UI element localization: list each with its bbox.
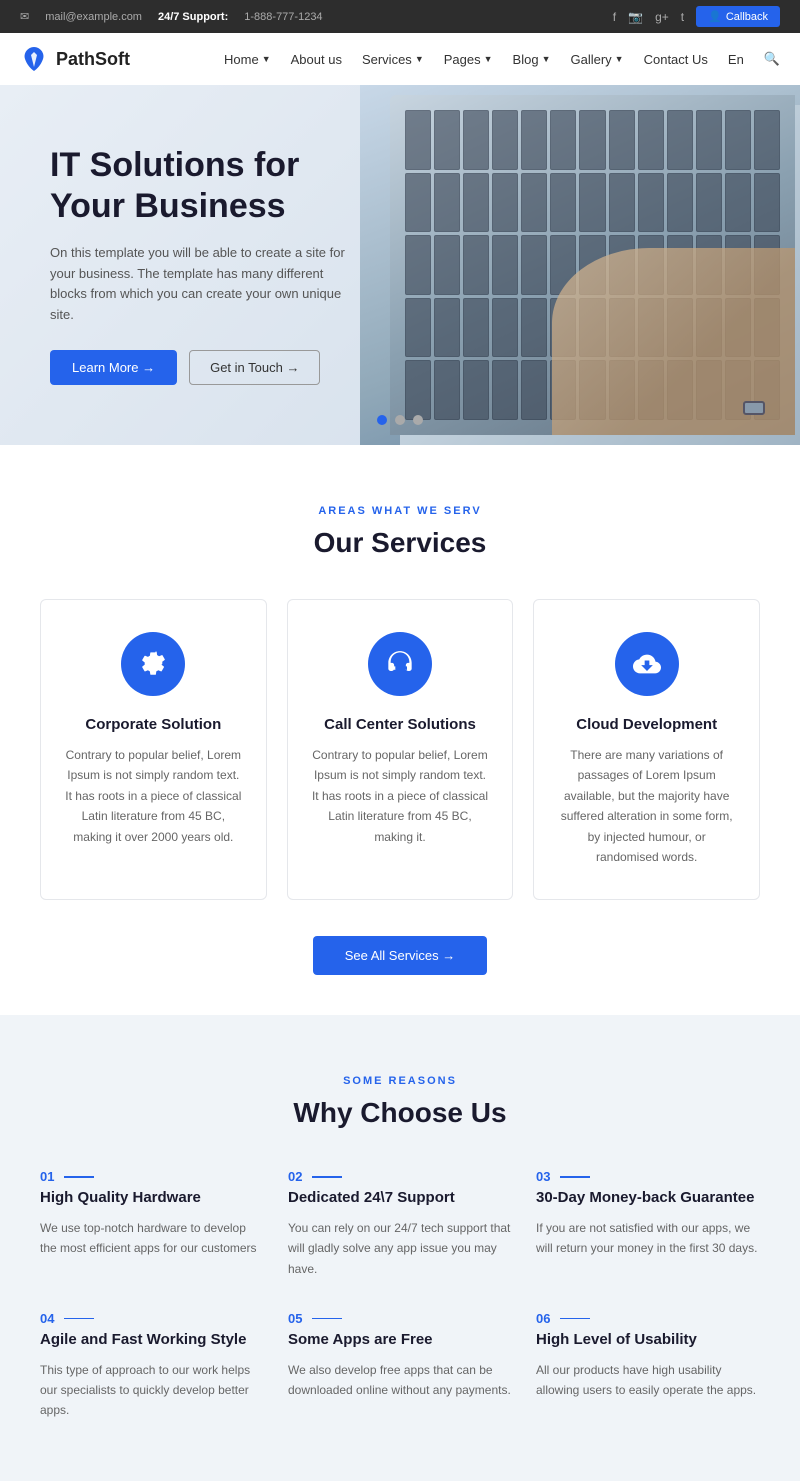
hero-dot-1[interactable] [377,415,387,425]
why-number-6: 06 [536,1311,760,1326]
why-number-5: 05 [288,1311,512,1326]
nav-about[interactable]: About us [291,52,342,67]
cloud-desc: There are many variations of passages of… [558,745,735,867]
cloud-icon-wrap [615,632,679,696]
why-number-3: 03 [536,1169,760,1184]
cloud-title: Cloud Development [558,716,735,733]
why-number-4: 04 [40,1311,264,1326]
service-card-callcenter: Call Center Solutions Contrary to popula… [287,599,514,900]
why-desc-6: All our products have high usability all… [536,1360,760,1401]
why-item-5: 05 Some Apps are Free We also develop fr… [288,1311,512,1421]
why-item-6: 06 High Level of Usability All our produ… [536,1311,760,1421]
gear-icon [139,650,167,678]
corporate-icon-wrap [121,632,185,696]
callcenter-icon-wrap [368,632,432,696]
services-subtitle: AREAS WHAT WE SERV [40,505,760,517]
instagram-icon[interactable]: 📷 [628,10,643,24]
corporate-title: Corporate Solution [65,716,242,733]
logo[interactable]: PathSoft [20,45,130,73]
hero-image [360,85,800,445]
callcenter-title: Call Center Solutions [312,716,489,733]
learn-more-button[interactable]: Learn More → [50,350,177,385]
google-plus-icon[interactable]: g+ [655,10,669,24]
service-card-corporate: Corporate Solution Contrary to popular b… [40,599,267,900]
services-title: Our Services [40,527,760,559]
hero-buttons: Learn More → Get in Touch → [50,350,350,385]
why-subtitle: SOME REASONS [40,1075,760,1087]
why-desc-2: You can rely on our 24/7 tech support th… [288,1218,512,1279]
get-in-touch-button[interactable]: Get in Touch → [189,350,320,385]
why-item-1: 01 High Quality Hardware We use top-notc… [40,1169,264,1279]
see-all-services-button[interactable]: See All Services → [313,936,488,975]
corporate-desc: Contrary to popular belief, Lorem Ipsum … [65,745,242,847]
nav-blog[interactable]: Blog ▼ [513,52,551,67]
hero-title: IT Solutions for Your Business [50,145,350,227]
hero-dot-3[interactable] [413,415,423,425]
why-title-2: Dedicated 24\7 Support [288,1188,512,1208]
topbar-left: ✉ mail@example.com 24/7 Support: 1-888-7… [20,10,323,23]
why-title: Why Choose Us [40,1097,760,1129]
why-section: SOME REASONS Why Choose Us 01 High Quali… [0,1015,800,1480]
why-title-1: High Quality Hardware [40,1188,264,1208]
phone-headset-icon [386,650,414,678]
topbar: ✉ mail@example.com 24/7 Support: 1-888-7… [0,0,800,33]
email-icon: ✉ [20,10,29,23]
search-icon[interactable]: 🔍 [764,51,780,67]
navbar: PathSoft Home ▼ About us Services ▼ Page… [0,33,800,85]
facebook-icon[interactable]: f [613,10,616,24]
topbar-right: f 📷 g+ t 👤 Callback [613,6,780,27]
cloud-download-icon [633,650,661,678]
why-desc-1: We use top-notch hardware to develop the… [40,1218,264,1259]
why-title-4: Agile and Fast Working Style [40,1330,264,1350]
why-grid: 01 High Quality Hardware We use top-notc… [40,1169,760,1420]
logo-icon [20,45,48,73]
why-desc-5: We also develop free apps that can be do… [288,1360,512,1401]
topbar-email: mail@example.com [45,11,142,23]
services-grid: Corporate Solution Contrary to popular b… [40,599,760,900]
why-item-3: 03 30-Day Money-back Guarantee If you ar… [536,1169,760,1279]
callcenter-desc: Contrary to popular belief, Lorem Ipsum … [312,745,489,847]
why-number-2: 02 [288,1169,512,1184]
why-item-4: 04 Agile and Fast Working Style This typ… [40,1311,264,1421]
service-card-cloud: Cloud Development There are many variati… [533,599,760,900]
hero-description: On this template you will be able to cre… [50,243,350,326]
why-title-5: Some Apps are Free [288,1330,512,1350]
nav-contact[interactable]: Contact Us [644,52,708,67]
why-desc-3: If you are not satisfied with our apps, … [536,1218,760,1259]
topbar-support-label: 24/7 Support: [158,11,228,23]
nav-lang[interactable]: En [728,52,744,67]
nav-gallery[interactable]: Gallery ▼ [570,52,623,67]
why-title-3: 30-Day Money-back Guarantee [536,1188,760,1208]
hero-dots [377,415,423,425]
brand-name: PathSoft [56,49,130,70]
nav-pages[interactable]: Pages ▼ [444,52,493,67]
callback-icon: 👤 [708,10,722,23]
nav-links: Home ▼ About us Services ▼ Pages ▼ Blog … [224,51,780,67]
twitter-icon[interactable]: t [681,10,684,24]
why-number-1: 01 [40,1169,264,1184]
topbar-phone: 1-888-777-1234 [244,11,322,23]
nav-services[interactable]: Services ▼ [362,52,424,67]
hero-content: IT Solutions for Your Business On this t… [0,145,400,385]
callback-button[interactable]: 👤 Callback [696,6,780,27]
why-item-2: 02 Dedicated 24\7 Support You can rely o… [288,1169,512,1279]
services-section: AREAS WHAT WE SERV Our Services Corporat… [0,445,800,1015]
hero-section: IT Solutions for Your Business On this t… [0,85,800,445]
nav-home[interactable]: Home ▼ [224,52,271,67]
why-desc-4: This type of approach to our work helps … [40,1360,264,1421]
hero-laptop-image [360,85,800,445]
hero-dot-2[interactable] [395,415,405,425]
why-title-6: High Level of Usability [536,1330,760,1350]
